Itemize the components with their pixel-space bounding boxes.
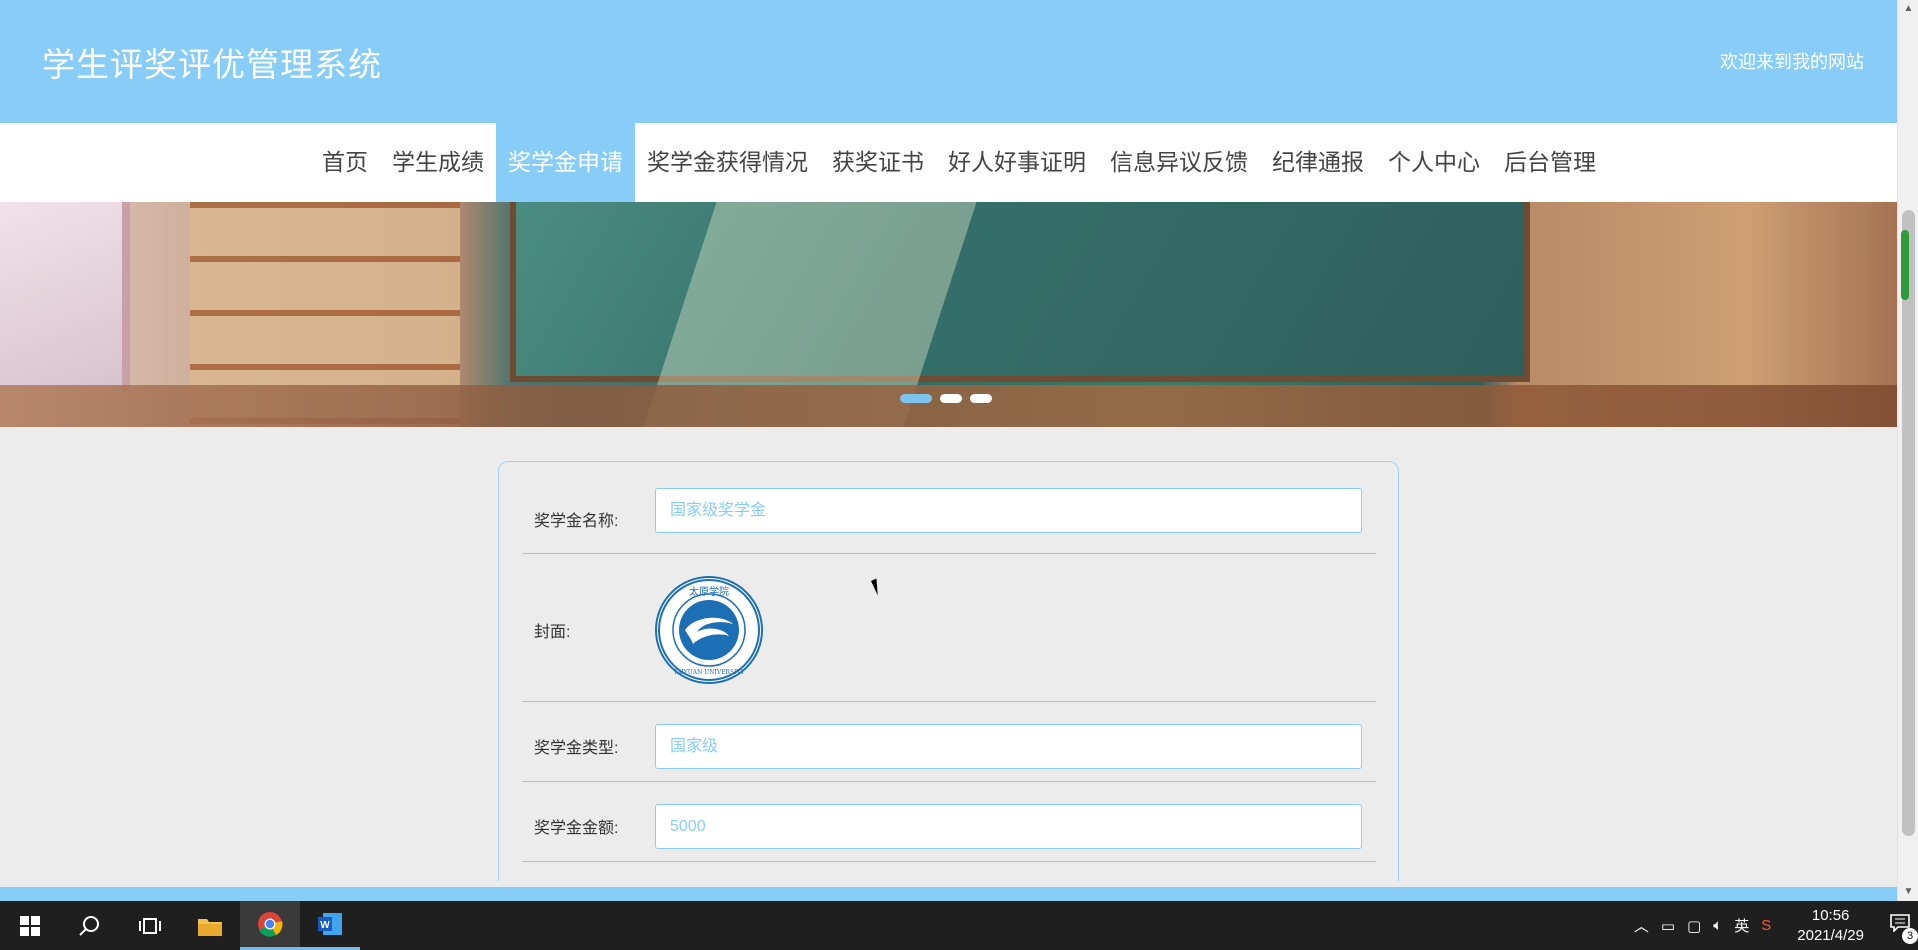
welcome-text: 欢迎来到我的网站: [1720, 52, 1864, 72]
scholarship-name-field[interactable]: 国家级奖学金: [655, 488, 1362, 533]
nav-item-scholarship-apply[interactable]: 奖学金申请: [496, 123, 635, 202]
university-logo-icon: 太原学院 TAIYUAN UNIVERSITY: [658, 579, 760, 681]
main-nav: 首页 学生成绩 奖学金申请 奖学金获得情况 获奖证书 好人好事证明 信息异议反馈…: [0, 123, 1897, 202]
system-clock[interactable]: 10:56 2021/4/29: [1797, 906, 1864, 946]
nav-item-scholarship-awarded[interactable]: 奖学金获得情况: [635, 123, 820, 202]
start-icon[interactable]: [0, 901, 60, 950]
clock-date: 2021/4/29: [1797, 926, 1864, 944]
cover-image[interactable]: 太原学院 TAIYUAN UNIVERSITY: [655, 576, 763, 684]
notification-count-badge: 3: [1902, 927, 1918, 944]
system-tray: ︿ ▭ ▢ 🔈︎ 英 S 10:56 2021/4/29 3: [1634, 901, 1918, 950]
svg-text:TAIYUAN UNIVERSITY: TAIYUAN UNIVERSITY: [673, 669, 745, 676]
site-header: 学生评奖评优管理系统 欢迎来到我的网站: [0, 0, 1897, 123]
scholarship-type-field[interactable]: 国家级: [655, 724, 1362, 769]
network-icon[interactable]: ▢: [1687, 917, 1701, 935]
type-label: 奖学金类型:: [534, 740, 619, 757]
carousel-dot-3[interactable]: [970, 394, 992, 403]
nav-item-feedback[interactable]: 信息异议反馈: [1098, 123, 1260, 202]
nav-item-personal-center[interactable]: 个人中心: [1376, 123, 1492, 202]
task-view-icon[interactable]: [120, 901, 180, 950]
nav-list: 首页 学生成绩 奖学金申请 奖学金获得情况 获奖证书 好人好事证明 信息异议反馈…: [310, 123, 1608, 202]
amount-label: 奖学金金额:: [534, 820, 619, 837]
svg-text:W: W: [320, 920, 330, 931]
nav-item-good-deeds[interactable]: 好人好事证明: [936, 123, 1098, 202]
form-row-name: 奖学金名称: 国家级奖学金: [522, 484, 1376, 554]
scholarship-amount-field[interactable]: 5000: [655, 804, 1362, 849]
footer-strip: [0, 887, 1897, 901]
scroll-thumb[interactable]: [1902, 210, 1915, 836]
svg-text:太原学院: 太原学院: [689, 585, 729, 598]
notification-center-icon[interactable]: 3: [1890, 913, 1918, 944]
scroll-down-icon[interactable]: ▼: [1898, 883, 1918, 901]
carousel-indicators: [900, 394, 992, 403]
scroll-grip-icon: [1901, 230, 1909, 300]
sogou-input-icon[interactable]: S: [1761, 917, 1771, 934]
page-scrollbar[interactable]: ▲ ▼: [1897, 0, 1918, 901]
search-icon[interactable]: [60, 901, 120, 950]
cover-label: 封面:: [534, 624, 571, 641]
nav-item-discipline-notice[interactable]: 纪律通报: [1260, 123, 1376, 202]
form-row-type: 奖学金类型: 国家级: [522, 702, 1376, 782]
volume-icon[interactable]: 🔈︎: [1713, 917, 1722, 934]
nav-item-student-grades[interactable]: 学生成绩: [380, 123, 496, 202]
scroll-up-icon[interactable]: ▲: [1898, 0, 1918, 18]
banner-window: [0, 202, 130, 392]
clock-time: 10:56: [1811, 906, 1850, 924]
form-row-amount: 奖学金金额: 5000: [522, 782, 1376, 862]
chrome-icon[interactable]: [240, 901, 300, 950]
name-label: 奖学金名称:: [534, 513, 619, 530]
chevron-up-icon[interactable]: ︿: [1634, 915, 1649, 936]
site-title[interactable]: 学生评奖评优管理系统: [42, 38, 382, 86]
nav-item-award-certificate[interactable]: 获奖证书: [820, 123, 936, 202]
form-row-cover: 封面: 太原学院 TAIYUAN UNIVERSITY: [522, 554, 1376, 702]
file-explorer-icon[interactable]: [180, 901, 240, 950]
banner-floor: [0, 385, 1897, 427]
carousel-dot-2[interactable]: [940, 394, 962, 403]
ime-indicator[interactable]: 英: [1734, 915, 1749, 936]
word-icon[interactable]: W: [300, 901, 360, 950]
nav-item-home[interactable]: 首页: [310, 123, 380, 202]
battery-icon[interactable]: ▭: [1661, 917, 1675, 935]
banner-chalkboard: [510, 202, 1530, 382]
scholarship-form: 奖学金名称: 国家级奖学金 封面: 太原学院 TAIYUAN UNIVERSIT…: [498, 461, 1399, 881]
nav-item-admin[interactable]: 后台管理: [1492, 123, 1608, 202]
windows-taskbar: W ︿ ▭ ▢ 🔈︎ 英 S 10:56 2021/4/29 3: [0, 901, 1918, 950]
carousel-dot-1[interactable]: [900, 394, 932, 403]
